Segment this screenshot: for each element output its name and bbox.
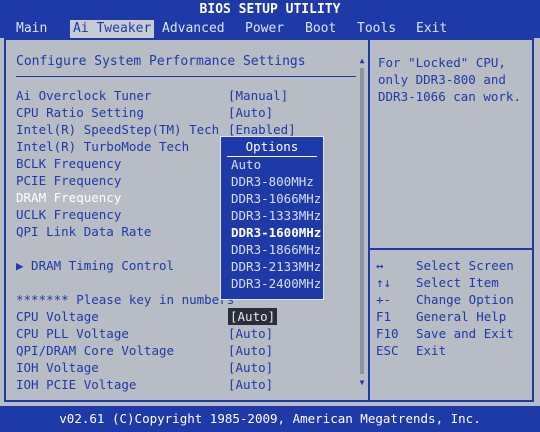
setting-label: PCIE Frequency <box>16 173 122 188</box>
help-line: only DDR3-800 and <box>378 72 506 87</box>
setting-label: BCLK Frequency <box>16 156 122 171</box>
key-label: F10 <box>376 326 399 341</box>
menu-ai-tweaker[interactable]: Ai Tweaker <box>70 20 155 38</box>
footer: v02.61 (C)Copyright 1985-2009, American … <box>0 406 540 432</box>
setting-label: IOH PCIE Voltage <box>16 377 137 392</box>
menu-advanced[interactable]: Advanced <box>162 20 225 38</box>
popup-title: Options <box>245 139 299 154</box>
options-popup: Options Auto DDR3-800MHz DDR3-1066MHz DD… <box>220 136 324 300</box>
key-label: +- <box>376 292 392 307</box>
option-auto[interactable]: Auto <box>231 156 261 173</box>
setting-label: ▶ DRAM Timing Control <box>16 258 175 273</box>
key-desc: Exit <box>416 343 447 358</box>
setting-label: IOH Voltage <box>16 360 99 375</box>
menu-tools[interactable]: Tools <box>357 20 396 38</box>
setting-value: [Auto] <box>228 105 274 120</box>
section-separator <box>16 76 356 77</box>
option-ddr3-1600[interactable]: DDR3-1600MHz <box>231 224 321 241</box>
menu-main[interactable]: Main <box>16 20 47 38</box>
option-ddr3-2133[interactable]: DDR3-2133MHz <box>231 258 321 275</box>
option-ddr3-1066[interactable]: DDR3-1066MHz <box>231 190 321 207</box>
setting-value: [Manual] <box>228 88 289 103</box>
setting-label: UCLK Frequency <box>16 207 122 222</box>
scroll-up-arrow-icon[interactable]: ▲ <box>358 56 366 66</box>
option-ddr3-800[interactable]: DDR3-800MHz <box>231 173 314 190</box>
key-desc: Select Item <box>416 275 499 290</box>
setting-label: QPI/DRAM Core Voltage <box>16 343 175 358</box>
setting-label: Ai Overclock Tuner <box>16 88 152 103</box>
key-label: F1 <box>376 309 392 324</box>
scrollbar[interactable] <box>360 68 364 374</box>
setting-label: DRAM Frequency <box>16 190 122 205</box>
setting-value: [Auto] <box>228 360 274 375</box>
setting-value: [Auto] <box>228 326 274 341</box>
section-title: Configure System Performance Settings <box>16 54 306 69</box>
key-desc: Select Screen <box>416 258 514 273</box>
key-desc: General Help <box>416 309 507 324</box>
app-title: BIOS SETUP UTILITY <box>199 2 341 17</box>
scroll-down-arrow-icon[interactable]: ▼ <box>358 378 366 388</box>
menu-exit[interactable]: Exit <box>416 20 447 38</box>
help-divider <box>370 248 532 250</box>
setting-label: Intel(R) SpeedStep(TM) Tech <box>16 122 220 137</box>
key-desc: Save and Exit <box>416 326 514 341</box>
hint-label: ******* Please key in numbers <box>16 292 235 307</box>
setting-label: CPU Ratio Setting <box>16 105 144 120</box>
menu-boot[interactable]: Boot <box>305 20 336 38</box>
help-line: DDR3-1066 can work. <box>378 89 521 104</box>
key-label: ↑↓ <box>376 275 392 290</box>
option-ddr3-2400[interactable]: DDR3-2400MHz <box>231 275 321 292</box>
menu-bar: Main Ai Tweaker Advanced Power Boot Tool… <box>0 20 540 38</box>
key-label: ↔ <box>376 258 384 273</box>
help-line: For "Locked" CPU, <box>378 55 506 70</box>
title-bar: BIOS SETUP UTILITY <box>0 0 540 20</box>
setting-label: CPU Voltage <box>16 309 99 324</box>
option-ddr3-1333[interactable]: DDR3-1333MHz <box>231 207 321 224</box>
setting-label: QPI Link Data Rate <box>16 224 152 239</box>
key-desc: Change Option <box>416 292 514 307</box>
key-label: ESC <box>376 343 399 358</box>
option-ddr3-1866[interactable]: DDR3-1866MHz <box>231 241 321 258</box>
setting-value: [Auto] <box>228 377 274 392</box>
setting-value: [Auto] <box>228 308 278 325</box>
setting-label: CPU PLL Voltage <box>16 326 129 341</box>
setting-label: Intel(R) TurboMode Tech <box>16 139 190 154</box>
panel-divider <box>368 40 370 400</box>
setting-value: [Auto] <box>228 343 274 358</box>
help-text: For "Locked" CPU, only DDR3-800 and DDR3… <box>378 54 528 105</box>
menu-power[interactable]: Power <box>245 20 284 38</box>
copyright-text: v02.61 (C)Copyright 1985-2009, American … <box>59 411 481 426</box>
